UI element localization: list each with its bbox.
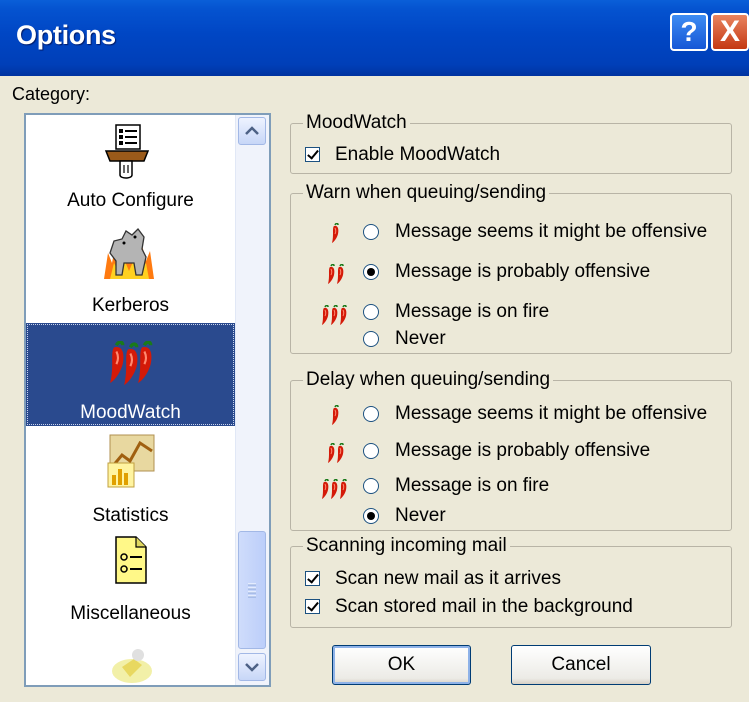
- delay-option-label: Message is probably offensive: [395, 440, 651, 461]
- warn-option-label: Message is probably offensive: [395, 261, 651, 282]
- scan-stored-mail-label: Scan stored mail in the background: [335, 596, 633, 617]
- warn-option-radio[interactable]: [363, 304, 379, 320]
- category-item-auto-configure[interactable]: Auto Configure: [26, 115, 235, 215]
- pepper-2-icon: [327, 443, 345, 464]
- category-item-kerberos[interactable]: Kerberos: [26, 219, 235, 321]
- warn-option-radio[interactable]: [363, 264, 379, 280]
- partial-category-icon: [112, 649, 152, 683]
- auto-configure-icon: [104, 124, 150, 179]
- scan-stored-mail-checkbox[interactable]: [305, 599, 320, 614]
- delay-option-label: Message is on fire: [395, 475, 550, 496]
- delay-option-radio[interactable]: [363, 443, 379, 459]
- delay-group: Delay when queuing/sending Message seems…: [290, 369, 732, 531]
- title-bar: Options ? X: [0, 0, 749, 76]
- chili-peppers-icon: [108, 341, 154, 387]
- ok-button[interactable]: OK: [332, 645, 471, 685]
- category-label: Category:: [12, 84, 91, 104]
- close-button[interactable]: X: [711, 13, 749, 51]
- delay-option-radio[interactable]: [363, 478, 379, 494]
- moodwatch-group: MoodWatch Enable MoodWatch: [290, 112, 732, 174]
- scroll-up-button[interactable]: [238, 117, 266, 145]
- help-icon: ?: [680, 16, 698, 47]
- category-item-statistics[interactable]: Statistics: [26, 427, 235, 529]
- pepper-1-icon: [331, 405, 340, 426]
- scan-new-mail-label: Scan new mail as it arrives: [335, 568, 561, 589]
- category-item-label: Auto Configure: [67, 190, 194, 211]
- delay-option-radio[interactable]: [363, 406, 379, 422]
- moodwatch-group-title: MoodWatch: [303, 112, 410, 134]
- warn-option-label: Message is on fire: [395, 301, 550, 322]
- miscellaneous-icon: [115, 536, 147, 584]
- delay-group-title: Delay when queuing/sending: [303, 369, 554, 391]
- scan-new-mail-checkbox[interactable]: [305, 571, 320, 586]
- ok-button-label: OK: [387, 654, 416, 675]
- warn-group: Warn when queuing/sending Message seems …: [290, 182, 732, 354]
- warn-option-label: Never: [395, 328, 446, 349]
- category-item-moodwatch[interactable]: MoodWatch: [26, 323, 235, 426]
- scroll-down-button[interactable]: [238, 653, 266, 681]
- category-item-miscellaneous[interactable]: Miscellaneous: [26, 529, 235, 631]
- pepper-3-icon: [321, 479, 348, 500]
- category-item-label: Kerberos: [91, 295, 170, 316]
- statistics-icon: [107, 434, 155, 488]
- pepper-1-icon: [331, 223, 340, 244]
- scanning-group: Scanning incoming mail Scan new mail as …: [290, 535, 732, 628]
- category-item-label: Miscellaneous: [70, 603, 191, 624]
- delay-option-radio[interactable]: [363, 508, 379, 524]
- warn-group-title: Warn when queuing/sending: [303, 182, 550, 204]
- cancel-button-label: Cancel: [551, 654, 611, 675]
- warn-option-radio[interactable]: [363, 331, 379, 347]
- category-list[interactable]: Auto Configure Kerberos MoodWatch Statis…: [24, 113, 271, 687]
- warn-option-radio[interactable]: [363, 224, 379, 240]
- chevron-up-icon: [245, 126, 259, 135]
- grip-icon: [248, 583, 256, 598]
- window-title: Options: [16, 20, 116, 50]
- chevron-down-icon: [245, 663, 259, 672]
- category-item-partial[interactable]: [26, 631, 235, 685]
- category-item-label: MoodWatch: [80, 402, 181, 423]
- kerberos-dog-icon: [104, 228, 154, 279]
- warn-option-label: Message seems it might be offensive: [395, 221, 708, 242]
- close-icon: X: [719, 15, 740, 48]
- help-button[interactable]: ?: [670, 13, 708, 51]
- category-scrollbar[interactable]: [235, 115, 269, 685]
- cancel-button[interactable]: Cancel: [511, 645, 651, 685]
- scroll-thumb[interactable]: [238, 531, 266, 649]
- pepper-3-icon: [321, 305, 348, 326]
- pepper-2-icon: [327, 264, 345, 285]
- category-item-label: Statistics: [92, 505, 169, 526]
- enable-moodwatch-label: Enable MoodWatch: [335, 144, 501, 165]
- delay-option-label: Message seems it might be offensive: [395, 403, 708, 424]
- enable-moodwatch-checkbox[interactable]: [305, 147, 320, 162]
- scanning-group-title: Scanning incoming mail: [303, 535, 510, 557]
- delay-option-label: Never: [395, 505, 446, 526]
